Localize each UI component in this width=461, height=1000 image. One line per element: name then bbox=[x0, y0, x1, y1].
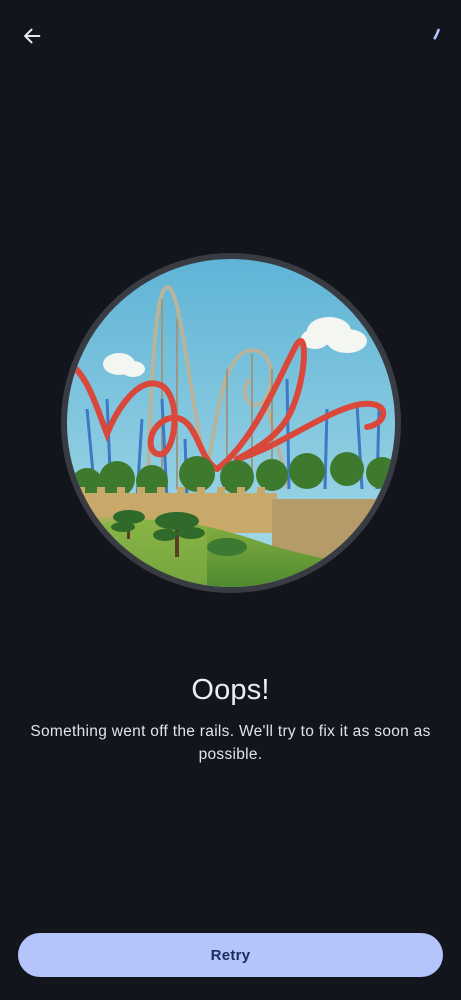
arrow-left-icon bbox=[24, 28, 41, 44]
roller-coaster-illustration bbox=[61, 253, 401, 593]
retry-button[interactable]: Retry bbox=[18, 933, 443, 977]
error-title: Oops! bbox=[191, 674, 270, 706]
error-message: Something went off the rails. We'll try … bbox=[30, 723, 431, 763]
roller-coaster-scene bbox=[67, 259, 395, 587]
back-button[interactable] bbox=[12, 16, 52, 56]
loading-spinner-icon bbox=[433, 28, 440, 40]
